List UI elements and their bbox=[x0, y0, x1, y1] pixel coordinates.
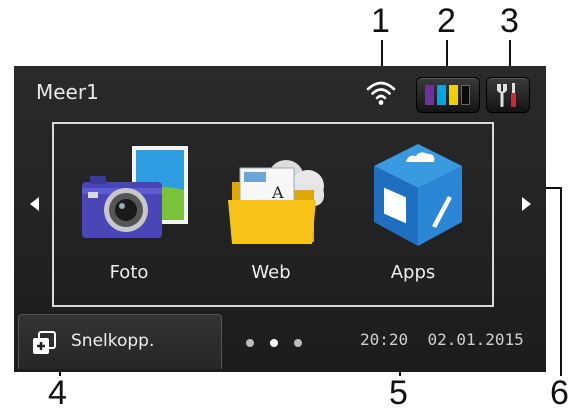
page-indicator-dot-active bbox=[270, 339, 278, 347]
datetime-display: 20:20 02.01.2015 bbox=[360, 330, 524, 349]
apps-cube-icon bbox=[374, 144, 462, 246]
callout-5: 5 bbox=[389, 374, 408, 412]
time-display: 20:20 bbox=[360, 330, 409, 349]
svg-text:A: A bbox=[271, 183, 284, 202]
ink-black-icon bbox=[461, 85, 470, 105]
touchscreen-display: Meer1 Foto A Web Apps Snelkopp. 20:20 02… bbox=[14, 66, 546, 372]
screen-title: Meer1 bbox=[36, 80, 99, 104]
app-web-button[interactable]: A Web bbox=[206, 124, 336, 305]
wifi-icon[interactable] bbox=[366, 80, 396, 106]
callout-1: 1 bbox=[371, 2, 390, 40]
ink-button[interactable] bbox=[416, 77, 480, 113]
scroll-left-arrow[interactable] bbox=[30, 197, 39, 211]
callout-6-line-v bbox=[560, 187, 562, 376]
shortcut-button[interactable]: Snelkopp. bbox=[18, 314, 222, 369]
ink-cyan-icon bbox=[437, 85, 446, 105]
callout-2: 2 bbox=[437, 2, 456, 40]
page-indicator-dot bbox=[294, 339, 302, 347]
shortcut-plus-icon bbox=[33, 331, 56, 354]
web-folder-cloud-icon: A bbox=[228, 160, 324, 244]
app-selection-frame: Foto A Web Apps bbox=[52, 122, 494, 307]
ink-yellow-icon bbox=[449, 85, 458, 105]
ink-magenta-icon bbox=[425, 85, 434, 105]
app-apps-button[interactable]: Apps bbox=[348, 124, 478, 305]
app-apps-label: Apps bbox=[390, 262, 436, 283]
app-foto-button[interactable]: Foto bbox=[64, 124, 194, 305]
app-foto-label: Foto bbox=[109, 262, 149, 283]
callout-6: 6 bbox=[550, 374, 569, 412]
scroll-right-arrow[interactable] bbox=[522, 197, 531, 211]
settings-button[interactable] bbox=[486, 77, 530, 113]
tools-icon bbox=[497, 83, 516, 107]
date-display: 02.01.2015 bbox=[427, 330, 524, 349]
app-web-label: Web bbox=[251, 262, 291, 283]
shortcut-label: Snelkopp. bbox=[71, 331, 155, 351]
camera-photo-icon bbox=[82, 146, 188, 238]
page-indicator-dot bbox=[246, 339, 254, 347]
callout-3: 3 bbox=[500, 2, 519, 40]
callout-4: 4 bbox=[48, 374, 67, 412]
